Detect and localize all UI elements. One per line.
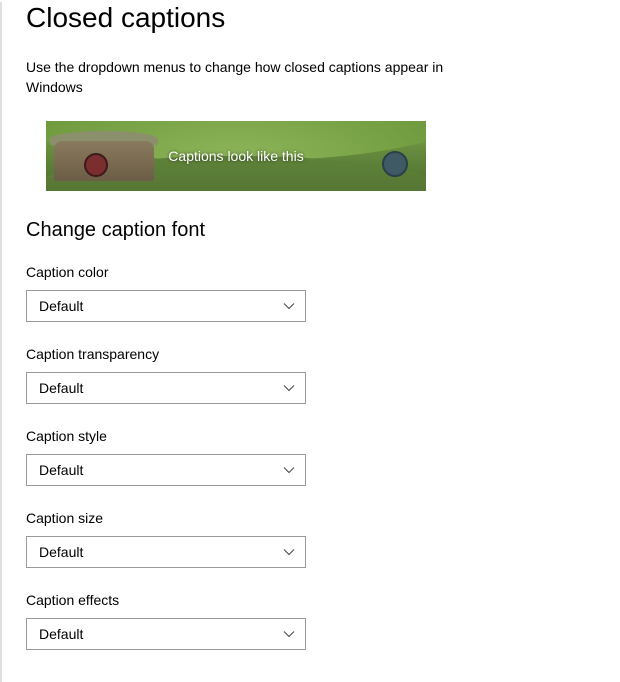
dropdown-value: Default — [39, 298, 83, 314]
dropdown-caption-style[interactable]: Default — [26, 454, 306, 486]
chevron-down-icon — [283, 546, 295, 558]
label-caption-effects: Caption effects — [26, 592, 596, 608]
field-caption-size: Caption size Default — [26, 510, 596, 568]
dropdown-value: Default — [39, 380, 83, 396]
dropdown-value: Default — [39, 462, 83, 478]
label-caption-size: Caption size — [26, 510, 596, 526]
chevron-down-icon — [283, 628, 295, 640]
dropdown-value: Default — [39, 544, 83, 560]
section-title: Change caption font — [26, 219, 596, 242]
field-caption-color: Caption color Default — [26, 264, 596, 322]
field-caption-style: Caption style Default — [26, 428, 596, 486]
page-title: Closed captions — [26, 2, 596, 34]
chevron-down-icon — [283, 300, 295, 312]
field-caption-transparency: Caption transparency Default — [26, 346, 596, 404]
caption-preview-area: Captions look like this — [26, 121, 596, 191]
dropdown-caption-size[interactable]: Default — [26, 536, 306, 568]
chevron-down-icon — [283, 382, 295, 394]
label-caption-transparency: Caption transparency — [26, 346, 596, 362]
caption-preview-text: Captions look like this — [46, 121, 426, 191]
chevron-down-icon — [283, 464, 295, 476]
dropdown-caption-effects[interactable]: Default — [26, 618, 306, 650]
settings-description: Use the dropdown menus to change how clo… — [26, 58, 466, 97]
label-caption-style: Caption style — [26, 428, 596, 444]
label-caption-color: Caption color — [26, 264, 596, 280]
field-caption-effects: Caption effects Default — [26, 592, 596, 650]
dropdown-caption-color[interactable]: Default — [26, 290, 306, 322]
dropdown-value: Default — [39, 626, 83, 642]
dropdown-caption-transparency[interactable]: Default — [26, 372, 306, 404]
caption-preview-image: Captions look like this — [46, 121, 426, 191]
